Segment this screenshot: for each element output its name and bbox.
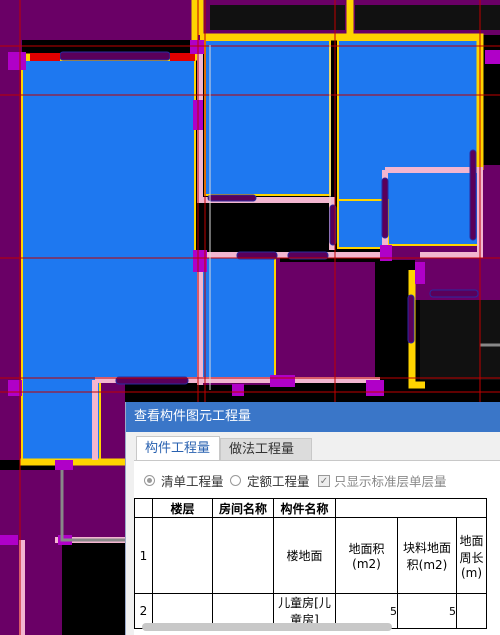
std-floor-checkbox[interactable]: ✓ [318, 474, 330, 487]
header-component-name: 构件名称 [273, 498, 336, 518]
header-blank [335, 498, 487, 518]
table-row[interactable]: 1 楼地面 地面积(m2) 块料地面积(m2) 地面周长(m) [134, 517, 487, 594]
quantity-table: 楼层 房间名称 构件名称 1 楼地面 地面积(m2) 块料地面积(m2) 地面周… [134, 498, 487, 629]
room-name-cell [212, 517, 274, 594]
block-area-value: 5 [397, 593, 457, 629]
bill-quantity-radio[interactable] [144, 475, 155, 486]
bill-quantity-option[interactable]: 清单工程量 [144, 471, 224, 490]
header-index [134, 498, 153, 518]
std-floor-option[interactable]: ✓ 只显示标准层单层量 [318, 471, 447, 490]
floor-cell [152, 517, 213, 594]
header-room-name: 房间名称 [212, 498, 274, 518]
quota-quantity-radio[interactable] [230, 475, 241, 486]
col-block-area: 块料地面积(m2) [397, 517, 457, 594]
tab-method-quantity[interactable]: 做法工程量 [220, 438, 312, 462]
horizontal-scrollbar[interactable] [142, 623, 392, 631]
quota-quantity-option[interactable]: 定额工程量 [230, 471, 310, 490]
row-index: 1 [134, 517, 153, 594]
quantity-dialog: 查看构件图元工程量 构件工程量 做法工程量 清单工程量 定额工程量 ✓ 只显示标… [125, 402, 500, 635]
dialog-title[interactable]: 查看构件图元工程量 [126, 402, 500, 432]
tab-panel: 清单工程量 定额工程量 ✓ 只显示标准层单层量 楼层 房间名称 构件名称 1 楼… [134, 460, 500, 635]
col-area: 地面积(m2) [335, 517, 398, 594]
component-cell: 楼地面 [273, 517, 336, 594]
table-header-row: 楼层 房间名称 构件名称 [134, 498, 487, 518]
tab-component-quantity[interactable]: 构件工程量 [136, 436, 220, 461]
perimeter-value [456, 593, 487, 629]
col-perimeter: 地面周长(m) [456, 517, 487, 594]
header-floor: 楼层 [152, 498, 213, 518]
